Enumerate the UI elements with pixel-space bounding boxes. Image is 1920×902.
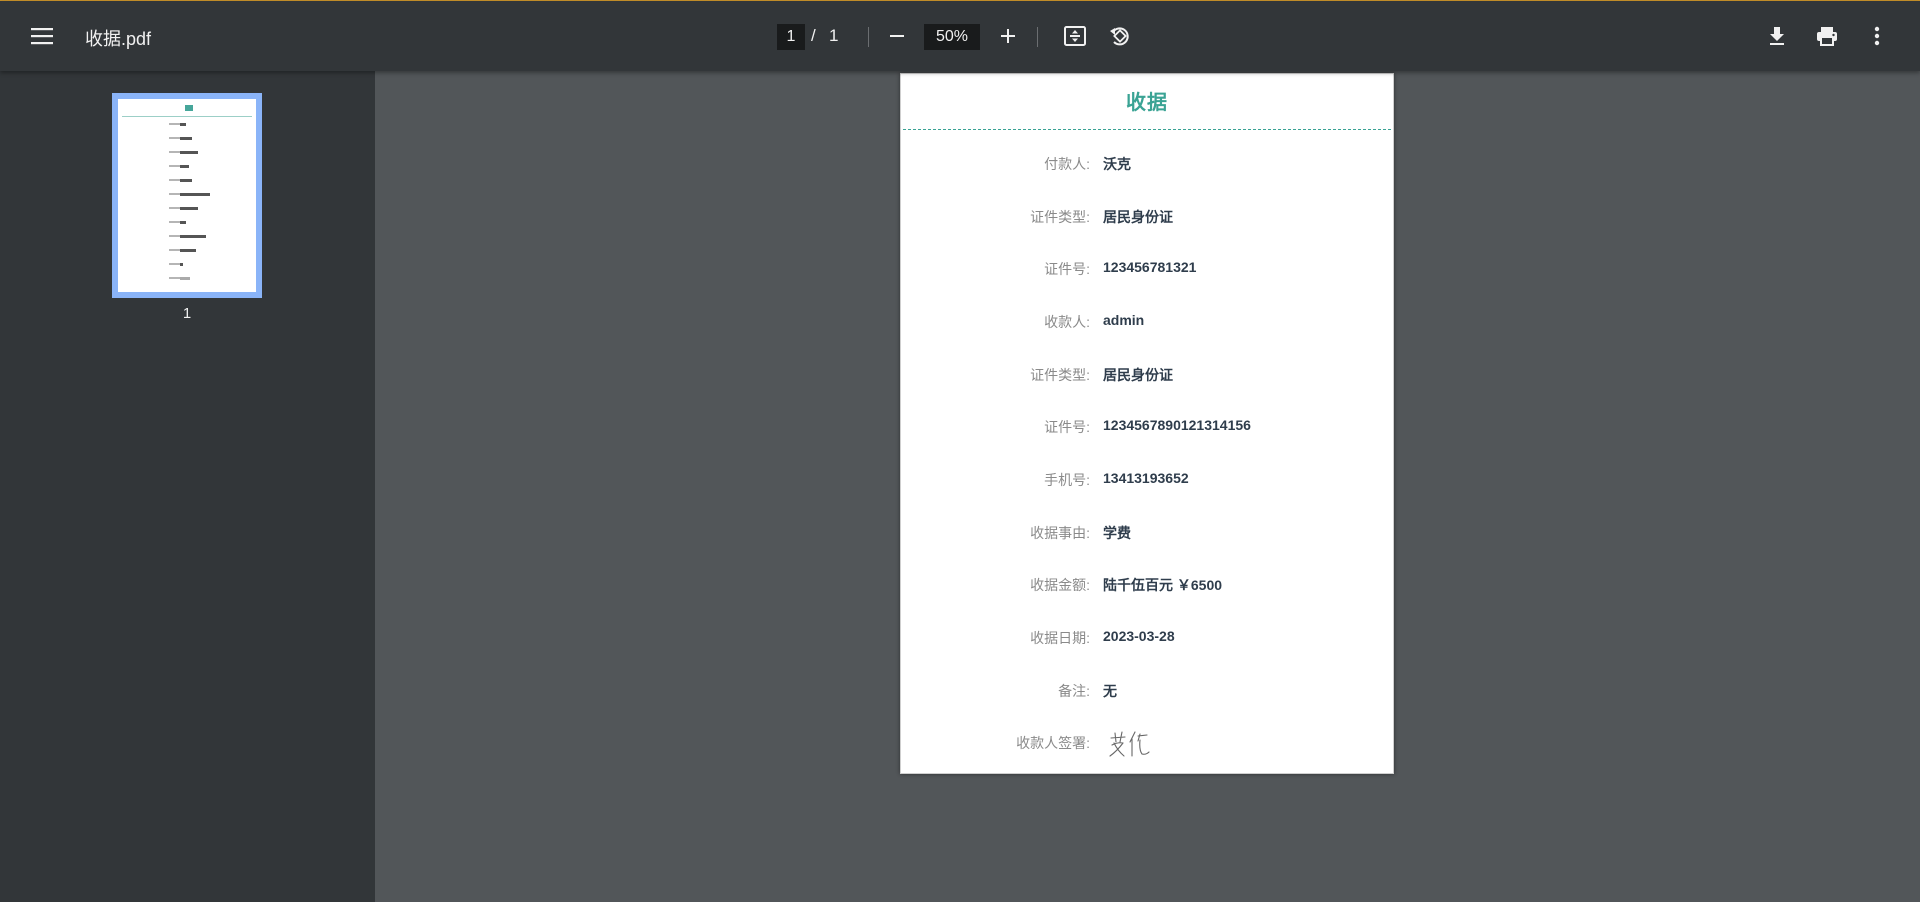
field-row-remarks: 备注: 无 <box>901 681 1393 703</box>
field-row-payer-id-number: 证件号: 123456781321 <box>901 259 1393 281</box>
toolbar-divider <box>1037 27 1038 47</box>
field-row-reason: 收据事由: 学费 <box>901 523 1393 545</box>
field-row-phone: 手机号: 13413193652 <box>901 470 1393 492</box>
fit-to-page-button[interactable] <box>1055 16 1095 56</box>
thumbnail-row <box>118 235 256 238</box>
document-title: 收据.pdf <box>85 29 152 49</box>
thumbnail-row <box>118 263 256 266</box>
thumbnail-sidebar: 1 <box>0 71 375 902</box>
field-row-payer-id-type: 证件类型: 居民身份证 <box>901 207 1393 229</box>
rotate-button[interactable] <box>1100 16 1140 56</box>
field-label: 证件类型: <box>1030 367 1090 383</box>
page-thumbnail[interactable] <box>112 93 262 298</box>
field-value: 学费 <box>1103 525 1131 541</box>
thumbnail-page-number: 1 <box>182 305 192 322</box>
pdf-viewer: 收据.pdf 1 / 1 50% 1 收据 付款人: 沃克 证件类型: 居民身份… <box>0 0 1920 902</box>
field-value: 无 <box>1103 683 1117 699</box>
field-label: 收款人: <box>1044 314 1090 330</box>
total-pages: 1 <box>829 26 839 45</box>
field-value: 居民身份证 <box>1103 367 1173 383</box>
page-separator: / <box>811 26 816 45</box>
fit-to-page-icon <box>1064 26 1086 46</box>
thumbnail-row <box>118 151 256 154</box>
minus-icon <box>890 35 904 37</box>
thumbnail-row <box>118 221 256 224</box>
thumbnail-title-mark <box>185 105 193 111</box>
more-vert-icon <box>1874 26 1880 46</box>
zoom-in-button[interactable] <box>988 16 1028 56</box>
field-label: 付款人: <box>1044 156 1090 172</box>
field-row-payee-id-type: 证件类型: 居民身份证 <box>901 365 1393 387</box>
field-row-date: 收据日期: 2023-03-28 <box>901 628 1393 650</box>
download-button[interactable] <box>1757 16 1797 56</box>
field-row-payee: 收款人: admin <box>901 312 1393 334</box>
plus-icon <box>1001 29 1015 43</box>
field-label: 收据日期: <box>1030 630 1090 646</box>
field-row-signature: 收款人签署: <box>901 731 1393 757</box>
thumbnail-row <box>118 193 256 196</box>
toolbar: 收据.pdf 1 / 1 50% <box>0 1 1920 71</box>
zoom-out-button[interactable] <box>877 16 917 56</box>
zoom-level-input[interactable]: 50% <box>924 24 980 50</box>
field-label: 证件号: <box>1044 261 1090 277</box>
thumbnail-rule <box>122 116 252 117</box>
field-value: admin <box>1103 312 1145 328</box>
signature-label: 收款人签署: <box>1016 735 1090 751</box>
rotate-icon <box>1110 27 1129 46</box>
field-label: 备注: <box>1058 683 1090 699</box>
thumbnail-row <box>118 137 256 140</box>
print-button[interactable] <box>1807 16 1847 56</box>
field-value: 沃克 <box>1103 156 1131 172</box>
field-label: 手机号: <box>1044 472 1090 488</box>
field-value: 居民身份证 <box>1103 209 1173 225</box>
thumbnail-row <box>118 277 256 280</box>
receipt-title: 收据 <box>1126 92 1168 114</box>
toolbar-divider <box>868 27 869 47</box>
print-icon <box>1817 27 1837 46</box>
field-row-payer: 付款人: 沃克 <box>901 154 1393 176</box>
thumbnail-row <box>118 123 256 126</box>
field-label: 收据金额: <box>1030 577 1090 593</box>
download-icon <box>1770 27 1784 45</box>
field-value: 2023-03-28 <box>1103 628 1175 644</box>
field-row-payee-id-number: 证件号: 1234567890121314156 <box>901 417 1393 439</box>
thumbnail-row <box>118 207 256 210</box>
field-row-amount: 收据金额: 陆千伍百元 ￥6500 <box>901 575 1393 597</box>
menu-button[interactable] <box>22 16 62 56</box>
field-label: 收据事由: <box>1030 525 1090 541</box>
page-number-input[interactable]: 1 <box>777 24 805 50</box>
menu-icon <box>31 28 53 45</box>
field-label: 证件号: <box>1044 419 1090 435</box>
handwritten-signature <box>1109 731 1150 757</box>
field-value: 1234567890121314156 <box>1103 417 1251 433</box>
more-options-button[interactable] <box>1857 16 1897 56</box>
thumbnail-row <box>118 179 256 182</box>
field-value: 13413193652 <box>1103 470 1189 486</box>
field-label: 证件类型: <box>1030 209 1090 225</box>
thumbnail-row <box>118 249 256 252</box>
field-value: 123456781321 <box>1103 259 1197 275</box>
pdf-page: 收据 付款人: 沃克 证件类型: 居民身份证 证件号: 123456781321… <box>900 73 1394 774</box>
title-divider <box>903 129 1391 130</box>
field-value: 陆千伍百元 ￥6500 <box>1103 577 1223 593</box>
thumbnail-row <box>118 165 256 168</box>
